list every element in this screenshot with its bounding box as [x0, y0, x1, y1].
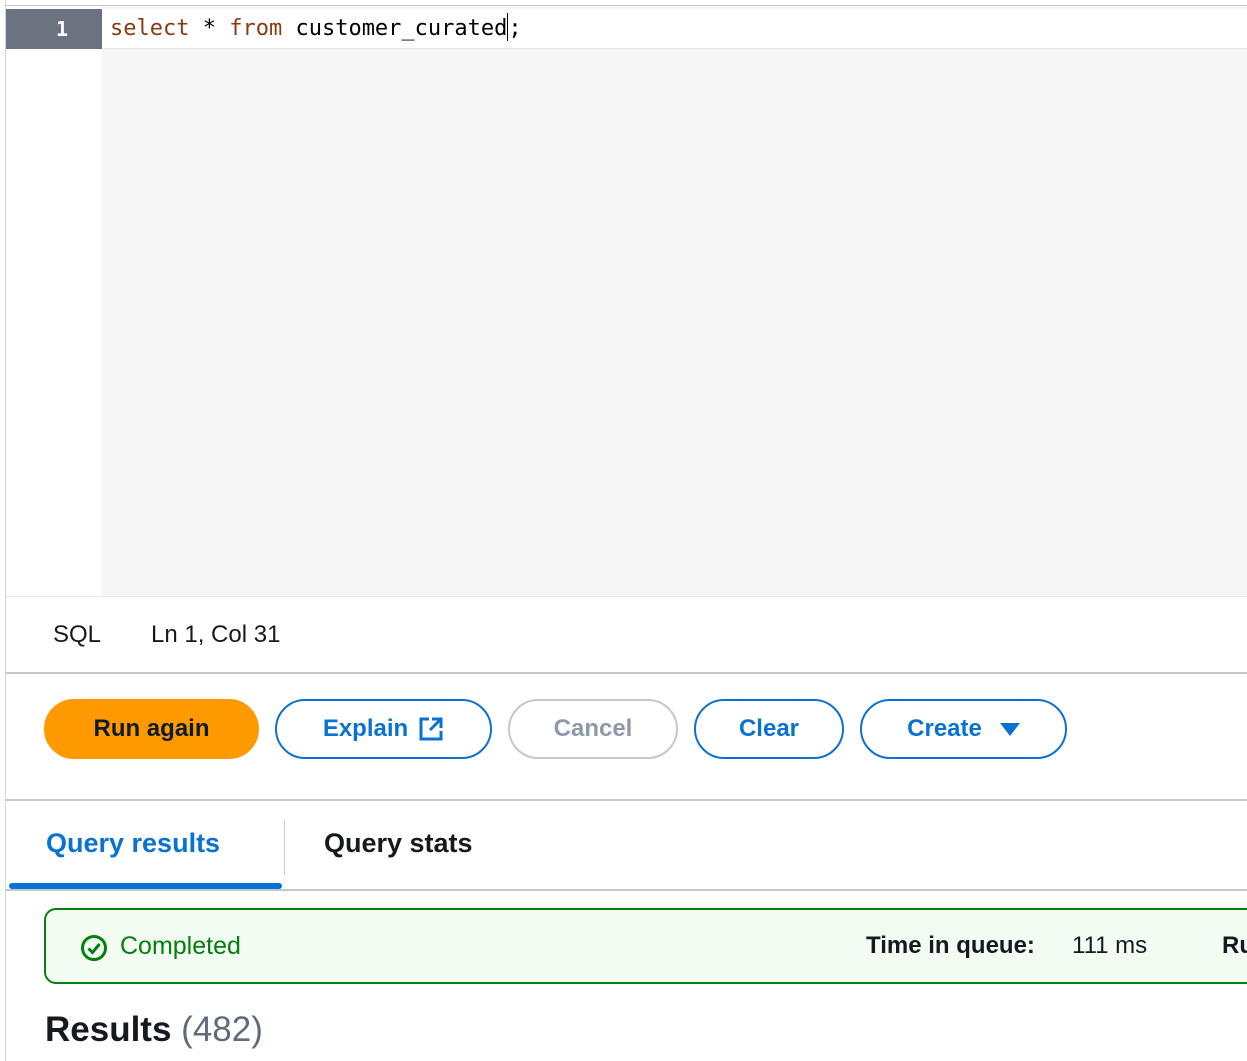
tab-query-stats[interactable]: Query stats [324, 828, 473, 859]
tab-baseline [6, 889, 1247, 891]
line-gutter [6, 6, 102, 596]
explain-label: Explain [322, 715, 409, 742]
status-text: Completed [120, 932, 241, 960]
cursor-position: Ln 1, Col 31 [151, 621, 281, 648]
divider [6, 672, 1247, 674]
explain-button[interactable]: Explain [275, 699, 492, 759]
sql-editor[interactable]: 1 select * from customer_curated; [6, 6, 1247, 596]
table-name: customer_curated [282, 16, 508, 41]
clear-button[interactable]: Clear [694, 699, 844, 759]
editor-status-bar: SQL Ln 1, Col 31 [6, 596, 1247, 672]
cancel-button[interactable]: Cancel [508, 699, 678, 759]
time-in-queue-label: Time in queue: [866, 932, 1035, 959]
tab-separator [284, 820, 285, 875]
clear-label: Clear [738, 715, 800, 742]
results-count: (482) [181, 1010, 263, 1049]
code-line[interactable]: select * from customer_curated; [110, 9, 522, 49]
run-again-label: Run again [93, 715, 210, 742]
results-title: Results [45, 1010, 172, 1049]
keyword-from: from [229, 16, 283, 41]
cancel-label: Cancel [553, 715, 633, 742]
semicolon: ; [508, 16, 522, 41]
language-indicator: SQL [53, 621, 102, 648]
keyword-select: select [110, 16, 190, 41]
caret-down-icon [999, 722, 1020, 736]
external-link-icon [419, 717, 443, 741]
active-tab-indicator [9, 883, 282, 889]
tab-query-results[interactable]: Query results [46, 828, 220, 859]
divider [6, 799, 1247, 801]
check-circle-icon [81, 935, 107, 961]
query-status-alert: Completed Time in queue: 111 ms Ru [44, 908, 1247, 984]
run-again-button[interactable]: Run again [44, 699, 259, 759]
results-heading: Results (482) [45, 1010, 263, 1050]
code-text: * [189, 16, 230, 41]
time-in-queue-value: 111 ms [1072, 932, 1148, 959]
create-dropdown-button[interactable]: Create [860, 699, 1067, 759]
create-label: Create [907, 715, 982, 742]
line-number: 1 [56, 17, 69, 41]
run-time-label: Ru [1222, 932, 1247, 959]
